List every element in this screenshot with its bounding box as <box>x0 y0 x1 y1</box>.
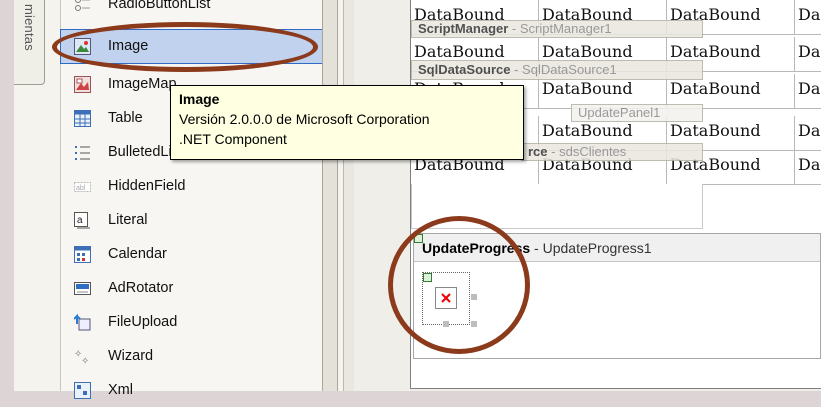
sqldatasource-control[interactable]: SqlDataSource - SqlDataSource1 <box>411 60 703 80</box>
xml-icon <box>74 382 91 399</box>
toolbox-item-xml[interactable]: Xml <box>61 374 323 407</box>
updatepanel-control[interactable]: UpdatePanel1 <box>571 104 703 122</box>
toolbox-item-radiobuttonlist[interactable]: RadioButtonList <box>61 0 323 21</box>
toolbox-item-literal[interactable]: a Literal <box>61 204 323 237</box>
annotation-ellipse-image-item <box>52 22 318 72</box>
adrotator-icon <box>74 280 91 297</box>
updatepanel-name: UpdatePanel1 <box>578 105 661 120</box>
toolbox-item-label: Wizard <box>108 348 154 364</box>
updateprogress-id: - UpdateProgress1 <box>530 240 652 256</box>
toolbox-vertical-tab[interactable]: mientas <box>14 0 45 85</box>
literal-icon: a <box>74 212 91 229</box>
toolbox-item-label: Calendar <box>108 246 167 262</box>
grid-cell: Da <box>795 116 821 151</box>
toolbox-item-label: RadioButtonList <box>108 0 211 12</box>
grid-cell: Da <box>795 74 821 109</box>
panel-splitter[interactable] <box>322 0 338 391</box>
toolbox-item-wizard[interactable]: ✧ ✧ Wizard <box>61 340 323 373</box>
imagemap-icon <box>74 76 91 93</box>
panel-splitter-secondary[interactable] <box>343 0 354 391</box>
annotation-ellipse-image-control <box>388 216 530 354</box>
toolbox-tab-label: mientas <box>22 4 37 51</box>
toolbox-item-label: FileUpload <box>108 314 178 330</box>
scriptmanager-control[interactable]: ScriptManager - ScriptManager1 <box>411 20 703 38</box>
grid-cell: Da <box>795 150 821 185</box>
wizard-icon: ✧ ✧ <box>74 348 91 367</box>
sqldatasource-id: - SqlDataSource1 <box>510 62 617 77</box>
toolbox-item-label: ImageMap <box>108 76 177 92</box>
object-datasource-id: - sdsClientes <box>547 144 627 159</box>
toolbox-item-fileupload[interactable]: FileUpload <box>61 306 323 339</box>
svg-text:✧: ✧ <box>81 356 89 365</box>
tooltip-version: Versión 2.0.0.0 de Microsoft Corporation <box>179 111 430 127</box>
tooltip-kind: .NET Component <box>179 131 287 147</box>
screenshot-stage: mientas RadioButtonList Image ImageMap T… <box>0 0 821 406</box>
toolbox-item-label: HiddenField <box>108 178 186 194</box>
fileupload-icon <box>73 313 91 331</box>
grid-cell: Da <box>795 0 821 35</box>
toolbox-item-adrotator[interactable]: AdRotator <box>61 272 323 305</box>
toolbox-item-label: AdRotator <box>108 280 174 296</box>
object-datasource-control[interactable]: rce - sdsClientes <box>521 143 703 161</box>
toolbox-tooltip: Image Versión 2.0.0.0 de Microsoft Corpo… <box>170 85 524 160</box>
hiddenfield-icon: abl <box>74 178 91 195</box>
scriptmanager-name: ScriptManager <box>418 21 509 36</box>
toolbox-item-label: Xml <box>108 382 133 398</box>
svg-text:abl: abl <box>76 185 86 192</box>
radiobuttonlist-icon <box>74 0 91 13</box>
toolbox-item-calendar[interactable]: Calendar <box>61 238 323 271</box>
svg-text:a: a <box>77 215 83 226</box>
toolbox-item-label: Table <box>108 110 143 126</box>
calendar-icon <box>74 246 91 263</box>
table-icon <box>74 110 91 127</box>
bulletedlist-icon <box>74 144 91 161</box>
scriptmanager-id: - ScriptManager1 <box>508 21 612 36</box>
tooltip-title: Image <box>179 91 220 107</box>
sqldatasource-name: SqlDataSource <box>418 62 511 77</box>
grid-cell: Da <box>795 37 821 72</box>
object-datasource-name: rce <box>528 144 548 159</box>
toolbox-item-hiddenfield[interactable]: abl HiddenField <box>61 170 323 203</box>
toolbox-item-label: Literal <box>108 212 148 228</box>
